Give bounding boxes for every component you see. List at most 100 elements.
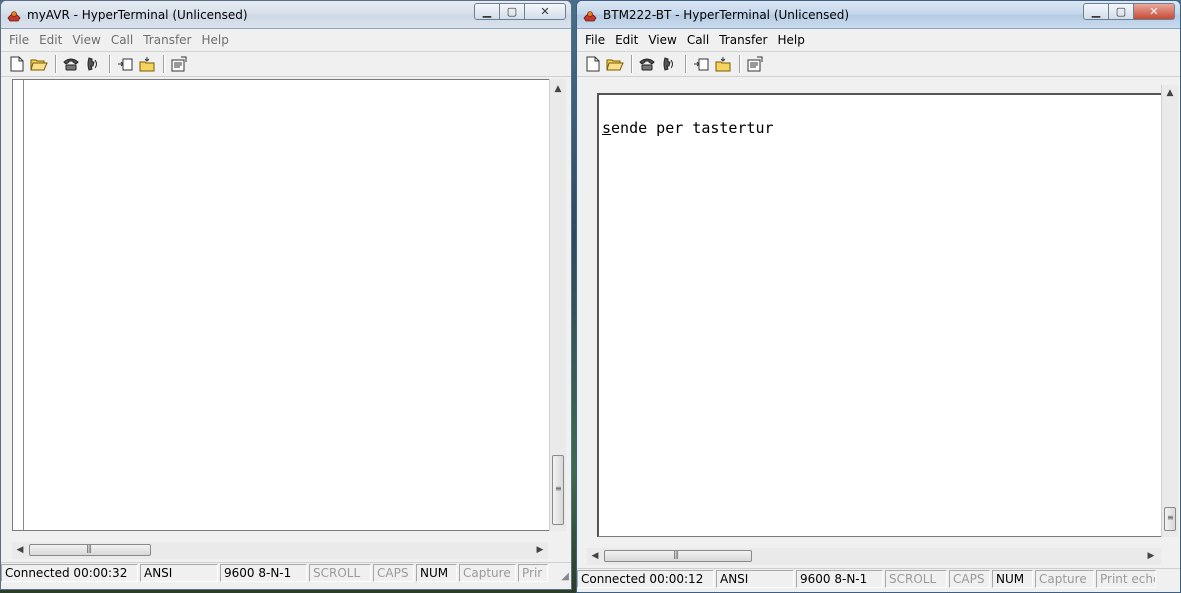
status-scroll: SCROLL [885, 570, 947, 588]
vertical-scroll-thumb[interactable]: ≡ [1164, 507, 1176, 531]
scroll-up-icon[interactable]: ▲ [1162, 85, 1178, 101]
close-button[interactable]: ✕ [524, 3, 566, 20]
status-bar: Connected 00:00:12 ANSI 9600 8-N-1 SCROL… [577, 568, 1180, 589]
menu-view[interactable]: View [644, 33, 680, 47]
vertical-scrollbar[interactable]: ▲ ≡ [1161, 85, 1178, 537]
status-emulation: ANSI [716, 570, 794, 588]
disconnect-button[interactable] [659, 54, 679, 74]
titlebar[interactable]: BTM222-BT - HyperTerminal (Unlicensed) ▁… [577, 1, 1180, 29]
menu-view[interactable]: View [68, 33, 104, 47]
status-scroll: SCROLL [309, 564, 371, 582]
maximize-button[interactable]: ▢ [1108, 3, 1134, 20]
grip-icon: ≡ [555, 484, 562, 493]
send-file-icon [694, 58, 709, 71]
open-button[interactable] [29, 54, 49, 74]
minimize-icon: ▁ [1091, 5, 1101, 18]
new-document-icon [586, 56, 600, 72]
toolbar-separator [739, 55, 741, 73]
connect-button[interactable] [61, 54, 81, 74]
window-title: BTM222-BT - HyperTerminal (Unlicensed) [603, 8, 850, 22]
terminal-area[interactable]: sende per tastertur [597, 93, 1162, 537]
terminal-cursor-char: s [602, 119, 612, 137]
receive-button[interactable] [137, 54, 157, 74]
open-button[interactable] [605, 54, 625, 74]
minimize-button[interactable]: ▁ [1083, 3, 1109, 20]
receive-file-icon [715, 57, 731, 72]
titlebar[interactable]: myAVR - HyperTerminal (Unlicensed) ▁ ▢ ✕ [1, 1, 571, 29]
status-num: NUM [992, 570, 1033, 588]
status-port-settings: 9600 8-N-1 [220, 564, 307, 582]
horizontal-scroll-thumb[interactable]: ||| [604, 550, 752, 562]
menu-call[interactable]: Call [107, 33, 137, 47]
menubar: File Edit View Call Transfer Help [577, 29, 1180, 52]
receive-file-icon [139, 57, 155, 72]
menu-help[interactable]: Help [198, 33, 233, 47]
myavr-window: myAVR - HyperTerminal (Unlicensed) ▁ ▢ ✕… [0, 0, 572, 590]
window-title: myAVR - HyperTerminal (Unlicensed) [27, 8, 248, 22]
menu-edit[interactable]: Edit [611, 33, 642, 47]
menu-transfer[interactable]: Transfer [715, 33, 771, 47]
maximize-icon: ▢ [506, 5, 518, 18]
status-caps: CAPS [373, 564, 414, 582]
horizontal-scroll-thumb[interactable]: ||| [29, 544, 151, 556]
toolbar-separator [685, 55, 687, 73]
menu-edit[interactable]: Edit [35, 33, 66, 47]
scroll-left-icon[interactable]: ◀ [12, 542, 28, 558]
send-button[interactable] [115, 54, 135, 74]
toolbar-separator [109, 55, 111, 73]
toolbar [1, 52, 571, 77]
resize-grip-icon[interactable]: ◢ [561, 571, 569, 582]
status-bar: Connected 00:00:32 ANSI 9600 8-N-1 SCROL… [1, 562, 571, 583]
status-connection: Connected 00:00:32 [1, 564, 138, 582]
connect-phone-icon [639, 58, 655, 71]
scroll-right-icon[interactable]: ▶ [1143, 548, 1159, 564]
minimize-button[interactable]: ▁ [474, 3, 500, 20]
properties-button[interactable] [745, 54, 765, 74]
terminal-area[interactable] [12, 79, 549, 531]
window-controls: ▁ ▢ ✕ [1083, 3, 1175, 20]
status-print-echo: Prir [518, 564, 548, 582]
vertical-scrollbar[interactable]: ▲ ≡ [549, 79, 566, 531]
send-file-icon [118, 58, 133, 71]
status-capture: Capture [459, 564, 516, 582]
properties-button[interactable] [169, 54, 189, 74]
status-caps: CAPS [949, 570, 990, 588]
menu-call[interactable]: Call [683, 33, 713, 47]
new-document-icon [10, 56, 24, 72]
scroll-right-icon[interactable]: ▶ [532, 542, 548, 558]
status-connection: Connected 00:00:12 [577, 570, 714, 588]
status-port-settings: 9600 8-N-1 [796, 570, 883, 588]
horizontal-scrollbar[interactable]: ◀ ||| ▶ [12, 542, 548, 559]
status-emulation: ANSI [140, 564, 218, 582]
status-num: NUM [416, 564, 457, 582]
toolbar [577, 52, 1180, 77]
properties-icon [747, 56, 763, 72]
terminal-text-rest: ende per tastertur [611, 119, 774, 137]
menu-transfer[interactable]: Transfer [139, 33, 195, 47]
properties-icon [171, 56, 187, 72]
window-controls: ▁ ▢ ✕ [474, 3, 566, 20]
new-connection-button[interactable] [583, 54, 603, 74]
disconnect-phone-icon [663, 57, 673, 71]
maximize-button[interactable]: ▢ [499, 3, 525, 20]
menu-help[interactable]: Help [774, 33, 809, 47]
close-button[interactable]: ✕ [1133, 3, 1175, 20]
menu-file[interactable]: File [581, 33, 609, 47]
grip-icon: ||| [86, 544, 92, 553]
horizontal-scrollbar[interactable]: ◀ ||| ▶ [587, 548, 1161, 565]
minimize-icon: ▁ [482, 5, 492, 18]
connect-button[interactable] [637, 54, 657, 74]
scroll-up-icon[interactable]: ▲ [550, 81, 566, 97]
scroll-left-icon[interactable]: ◀ [587, 548, 603, 564]
receive-button[interactable] [713, 54, 733, 74]
terminal-text: sende per tastertur [602, 119, 774, 137]
new-connection-button[interactable] [7, 54, 27, 74]
status-capture: Capture [1035, 570, 1094, 588]
close-icon: ✕ [1149, 5, 1159, 18]
disconnect-button[interactable] [83, 54, 103, 74]
send-button[interactable] [691, 54, 711, 74]
menubar: File Edit View Call Transfer Help [1, 29, 571, 52]
btm222-window: BTM222-BT - HyperTerminal (Unlicensed) ▁… [576, 0, 1181, 593]
menu-file[interactable]: File [5, 33, 33, 47]
vertical-scroll-thumb[interactable]: ≡ [552, 455, 564, 525]
